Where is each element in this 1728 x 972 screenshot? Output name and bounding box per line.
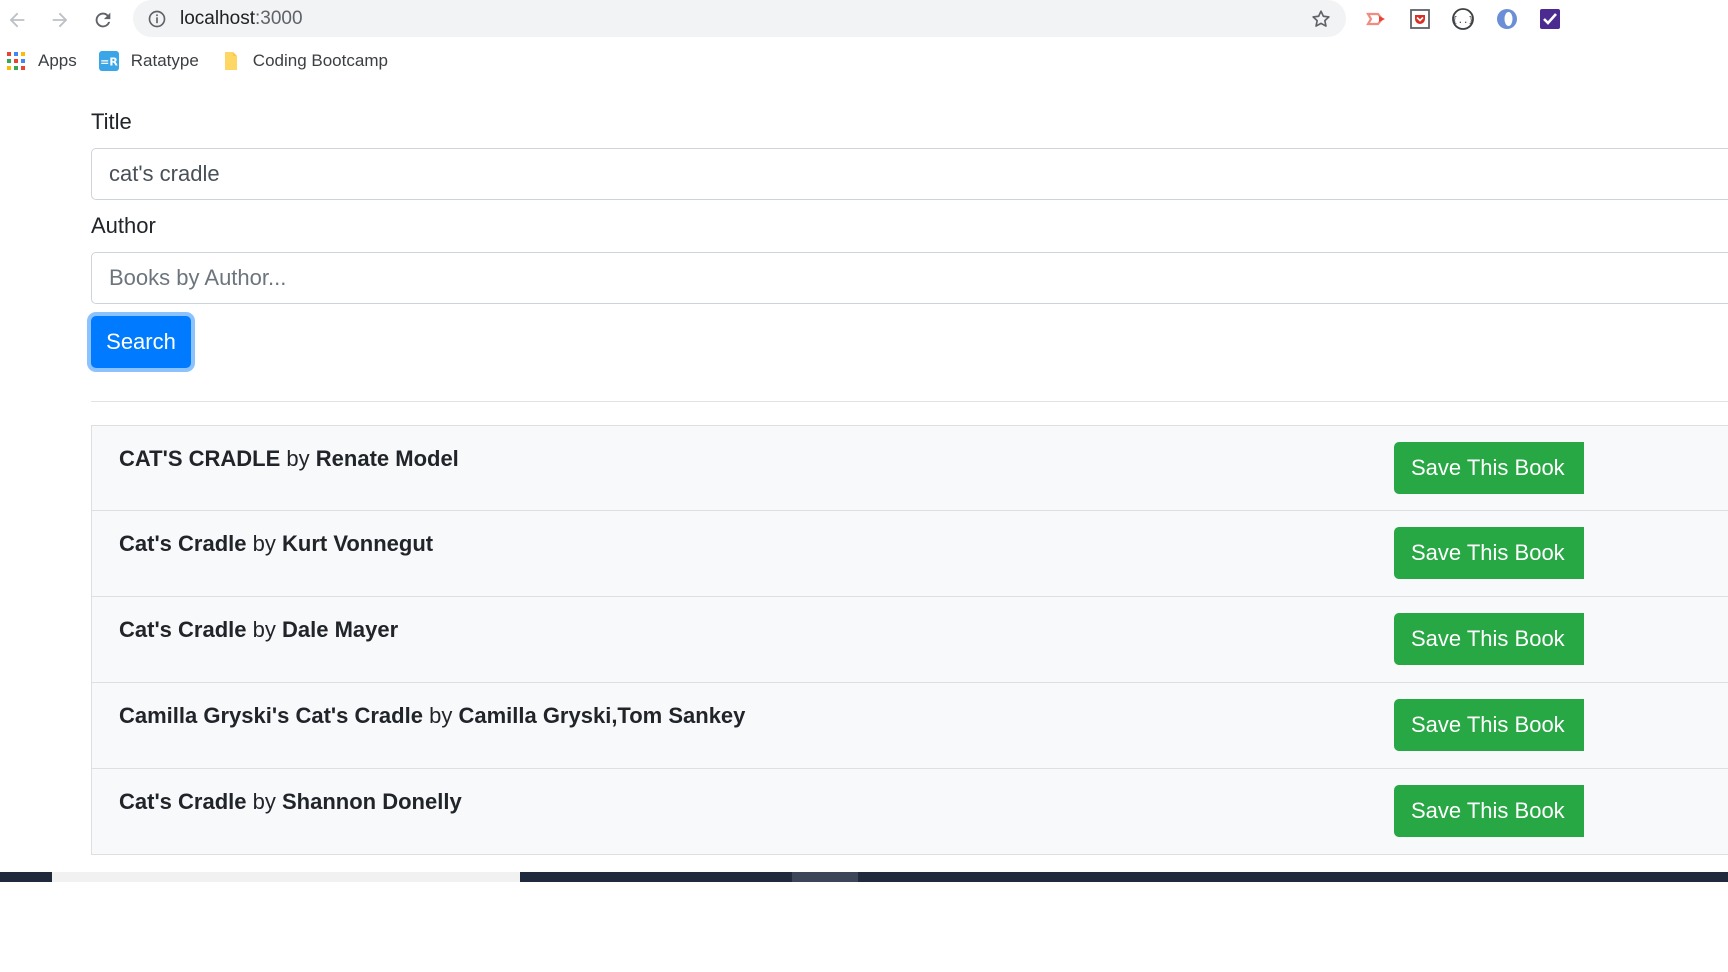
title-label: Title bbox=[91, 109, 132, 134]
save-book-button[interactable]: Save This Book bbox=[1394, 699, 1584, 751]
svg-text:=R: =R bbox=[100, 56, 118, 69]
title-input[interactable] bbox=[91, 148, 1728, 200]
list-item: Cat's Cradle by Shannon Donelly Save Thi… bbox=[91, 769, 1728, 855]
save-book-button[interactable]: Save This Book bbox=[1394, 442, 1584, 494]
reload-button[interactable] bbox=[89, 6, 117, 34]
by-text: by bbox=[286, 446, 310, 471]
by-text: by bbox=[252, 531, 276, 556]
forward-arrow-icon bbox=[52, 12, 68, 28]
svg-text:{..}: {..} bbox=[1452, 16, 1474, 26]
list-item: Cat's Cradle by Kurt Vonnegut Save This … bbox=[91, 511, 1728, 597]
book-info: CAT'S CRADLE by Renate Model bbox=[119, 446, 459, 472]
results-list: CAT'S CRADLE by Renate Model Save This B… bbox=[91, 425, 1728, 855]
save-book-button[interactable]: Save This Book bbox=[1394, 613, 1584, 665]
bookmark-apps-label: Apps bbox=[38, 51, 77, 70]
book-author: Shannon Donelly bbox=[282, 789, 462, 814]
search-form: Title Author Search CAT'S CRADLE by Rena… bbox=[91, 96, 1728, 855]
forward-button[interactable] bbox=[46, 6, 74, 34]
bookmark-ratatype-label: Ratatype bbox=[130, 51, 199, 70]
book-info: Cat's Cradle by Shannon Donelly bbox=[119, 789, 462, 815]
list-item: Cat's Cradle by Dale Mayer Save This Boo… bbox=[91, 597, 1728, 683]
list-item: CAT'S CRADLE by Renate Model Save This B… bbox=[91, 425, 1728, 511]
divider bbox=[91, 401, 1728, 402]
author-input[interactable] bbox=[91, 252, 1728, 304]
book-info: Camilla Gryski's Cat's Cradle by Camilla… bbox=[119, 703, 745, 729]
folder-icon bbox=[221, 51, 241, 71]
pocket-icon[interactable] bbox=[1407, 6, 1433, 32]
save-book-button[interactable]: Save This Book bbox=[1394, 785, 1584, 837]
url-text[interactable]: localhost:3000 bbox=[180, 8, 303, 30]
back-arrow-icon bbox=[9, 12, 25, 28]
json-viewer-icon[interactable]: {..} bbox=[1450, 6, 1476, 32]
url-port: :3000 bbox=[255, 8, 303, 29]
address-bar[interactable]: localhost:3000 bbox=[133, 0, 1346, 37]
list-item: Camilla Gryski's Cat's Cradle by Camilla… bbox=[91, 683, 1728, 769]
bookmark-coding-bootcamp-label: Coding Bootcamp bbox=[252, 51, 388, 70]
book-title: Cat's Cradle bbox=[119, 531, 247, 556]
back-button[interactable] bbox=[3, 6, 31, 34]
author-label: Author bbox=[91, 213, 156, 238]
apps-grid-icon bbox=[6, 51, 26, 71]
checkbox-extension-icon[interactable] bbox=[1537, 6, 1563, 32]
taskbar-item[interactable] bbox=[792, 872, 858, 882]
save-book-button[interactable]: Save This Book bbox=[1394, 527, 1584, 579]
by-text: by bbox=[252, 789, 276, 814]
bookmark-star-icon[interactable] bbox=[1310, 8, 1332, 30]
book-author: Dale Mayer bbox=[282, 617, 399, 642]
url-host: localhost bbox=[180, 8, 255, 29]
book-title: Cat's Cradle bbox=[119, 789, 247, 814]
reload-icon bbox=[95, 12, 111, 28]
browser-toolbar: localhost:3000 {..} bbox=[0, 0, 1728, 40]
horizontal-scrollbar[interactable] bbox=[52, 872, 520, 882]
bookmarks-bar: Apps =R Ratatype Coding Bootcamp bbox=[0, 44, 1728, 78]
book-info: Cat's Cradle by Kurt Vonnegut bbox=[119, 531, 433, 557]
bookmark-apps[interactable]: Apps bbox=[0, 46, 85, 76]
cast-extension-icon[interactable] bbox=[1364, 6, 1390, 32]
book-title: Camilla Gryski's Cat's Cradle bbox=[119, 703, 423, 728]
search-button[interactable]: Search bbox=[91, 316, 191, 368]
book-title: Cat's Cradle bbox=[119, 617, 247, 642]
taskbar bbox=[0, 872, 1728, 972]
bookmark-coding-bootcamp[interactable]: Coding Bootcamp bbox=[213, 46, 396, 76]
info-icon[interactable] bbox=[147, 9, 167, 29]
book-author: Renate Model bbox=[315, 446, 459, 471]
by-text: by bbox=[429, 703, 453, 728]
book-info: Cat's Cradle by Dale Mayer bbox=[119, 617, 398, 643]
ratatype-icon: =R bbox=[98, 51, 119, 71]
book-author: Kurt Vonnegut bbox=[282, 531, 434, 556]
book-title: CAT'S CRADLE bbox=[119, 446, 281, 471]
opera-icon[interactable] bbox=[1494, 6, 1520, 32]
bookmark-ratatype[interactable]: =R Ratatype bbox=[91, 46, 207, 76]
by-text: by bbox=[252, 617, 276, 642]
book-author: Camilla Gryski,Tom Sankey bbox=[458, 703, 746, 728]
